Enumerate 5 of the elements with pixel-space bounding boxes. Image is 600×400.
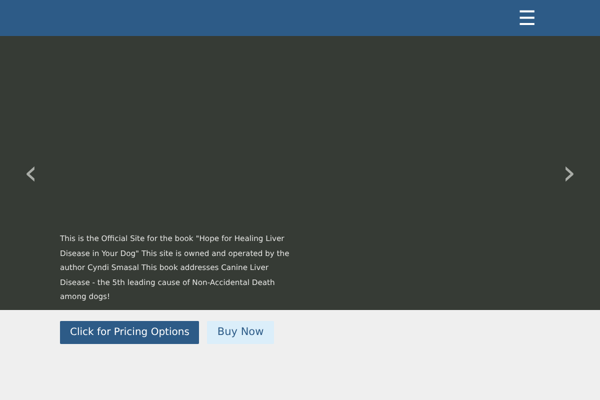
buy-button[interactable]: Buy Now <box>207 320 274 344</box>
menu-button[interactable]: ☰ <box>518 8 536 28</box>
pricing-button[interactable]: Click for Pricing Options <box>60 320 200 344</box>
next-button[interactable]: › <box>562 156 576 190</box>
previous-button[interactable]: ‹ <box>24 156 38 190</box>
